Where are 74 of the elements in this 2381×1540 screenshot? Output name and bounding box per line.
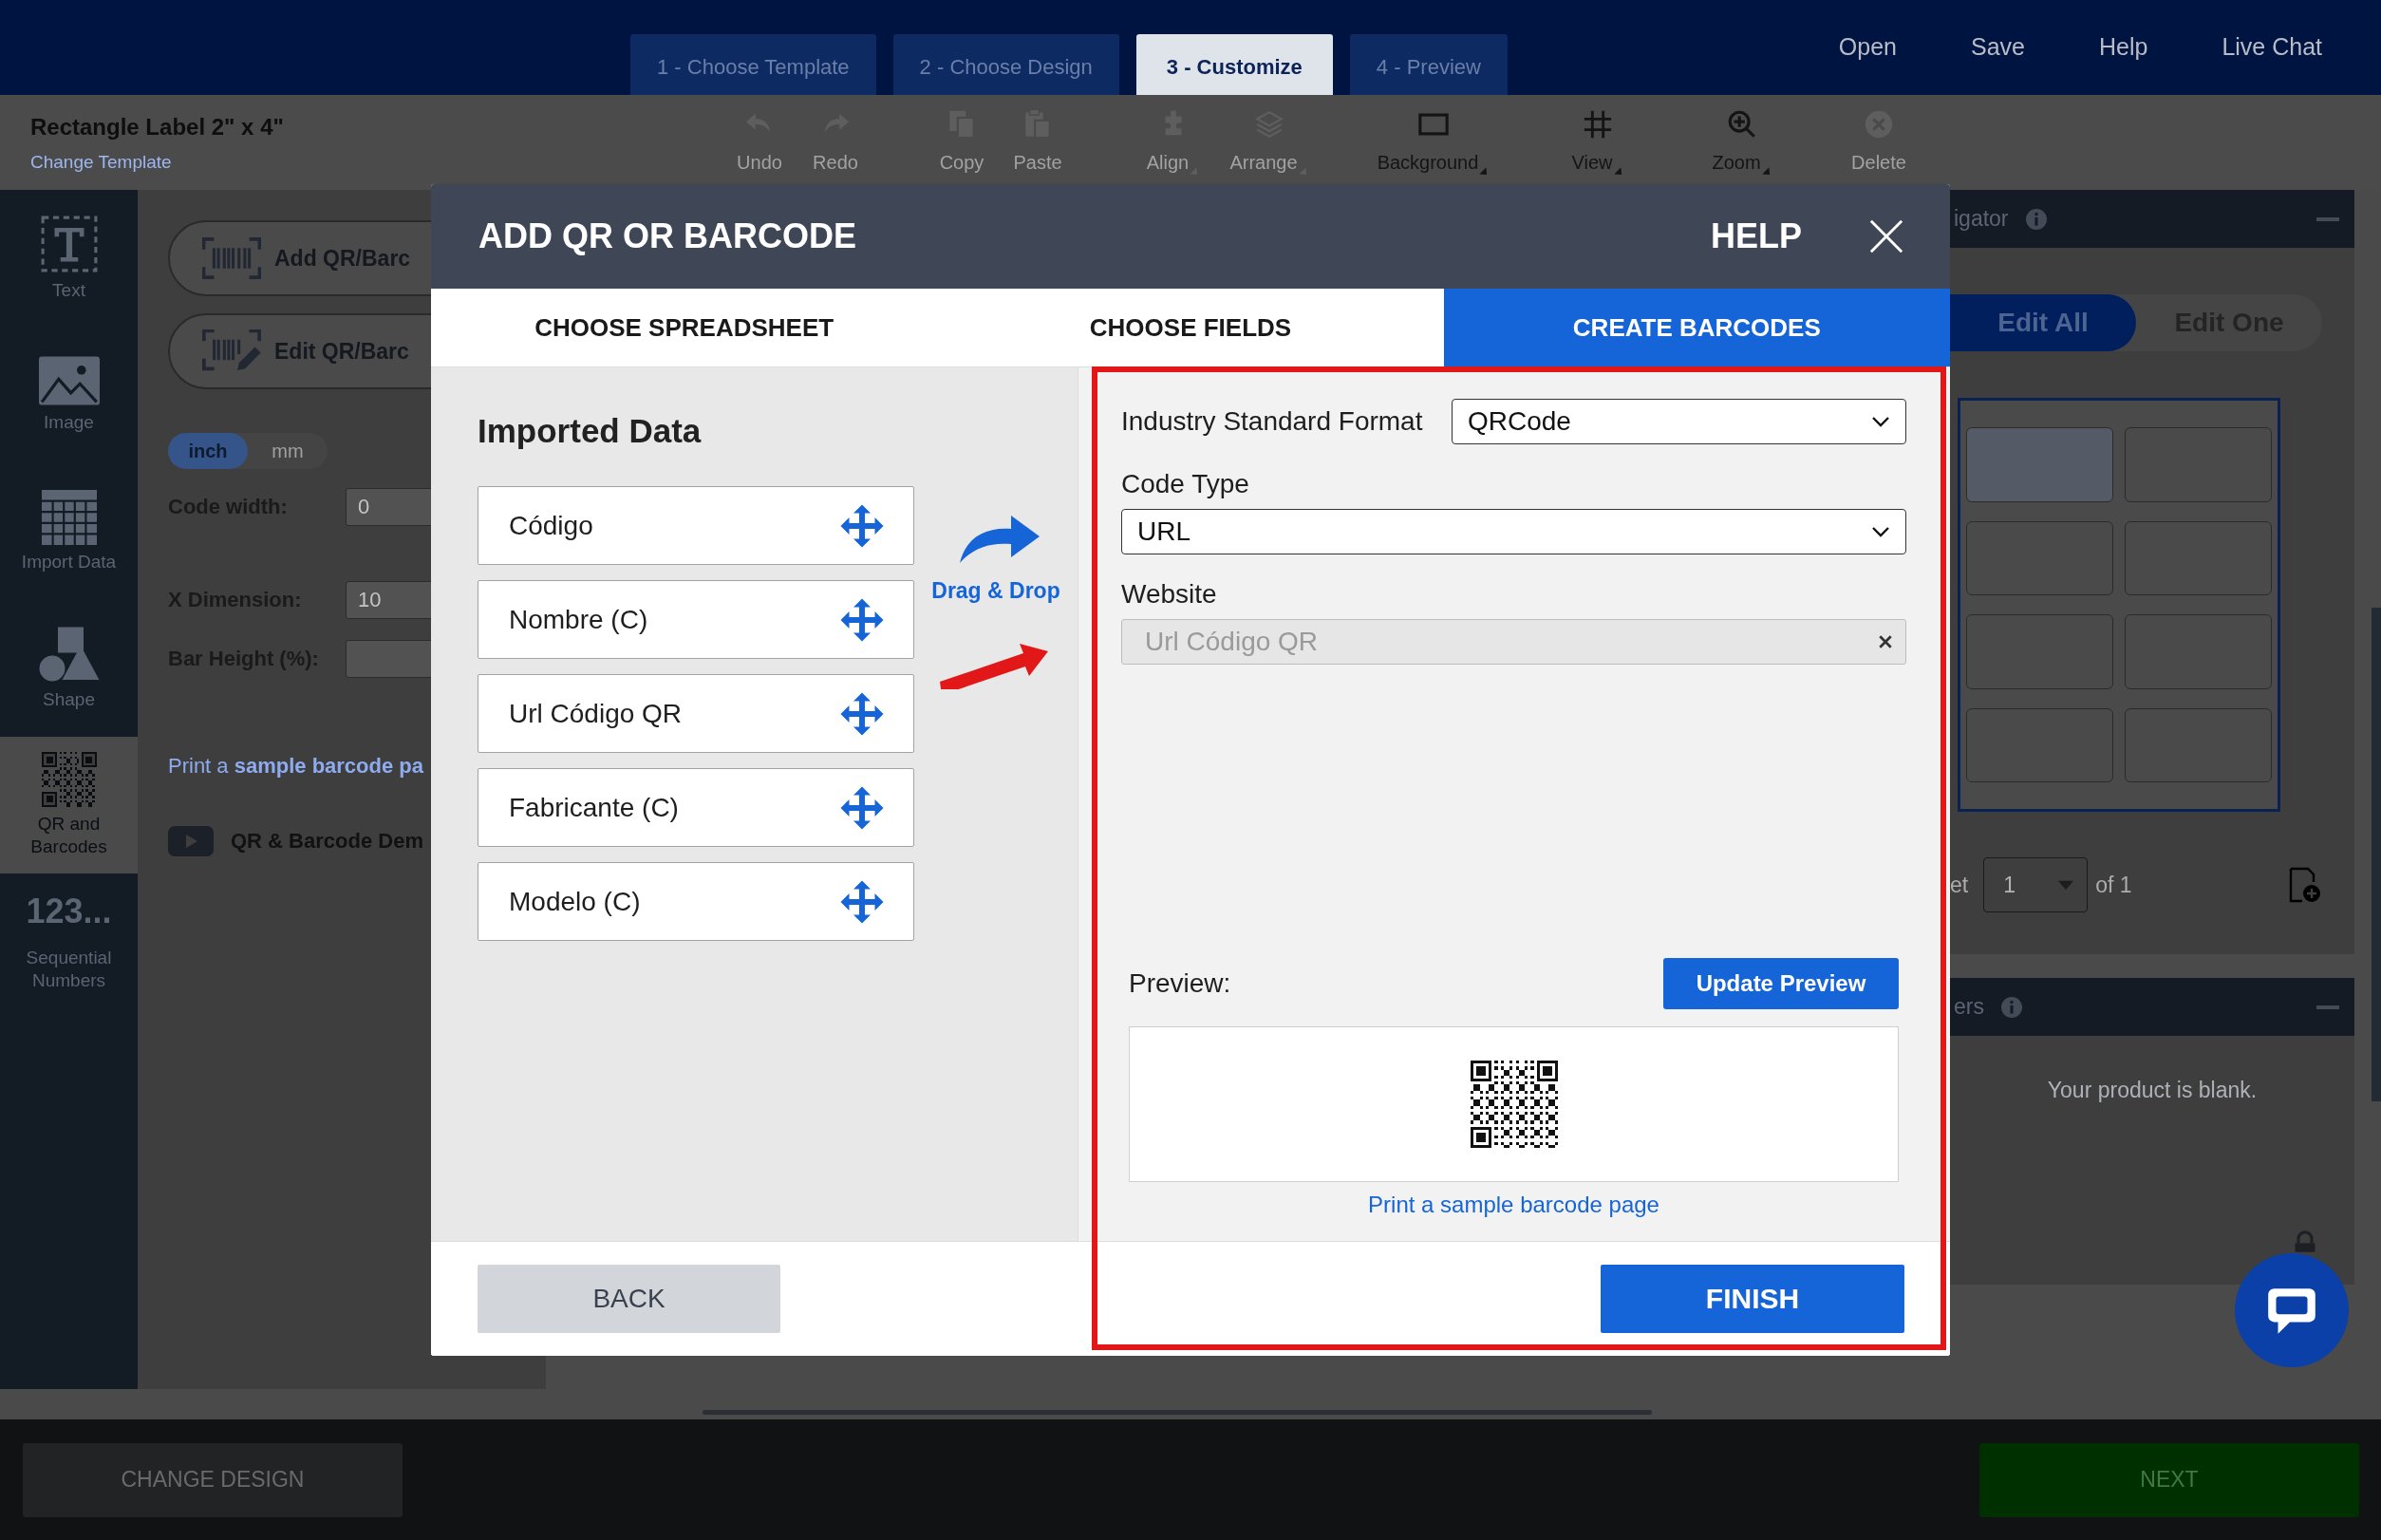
toolbar-label: Undo bbox=[737, 152, 782, 174]
field-label: Website bbox=[1121, 579, 1218, 610]
toolbar-label: Redo bbox=[813, 152, 858, 174]
sidebar-label: Image bbox=[43, 411, 95, 434]
draggable-field[interactable]: Fabricante (C) bbox=[478, 768, 914, 847]
toolbar-button[interactable]: View bbox=[1560, 108, 1636, 174]
nav-link[interactable]: Save bbox=[1970, 32, 2025, 61]
step-tab[interactable]: 2 - Choose Design bbox=[892, 34, 1119, 95]
nav-link[interactable]: Live Chat bbox=[2222, 32, 2322, 61]
update-preview-button[interactable]: Update Preview bbox=[1663, 958, 1899, 1009]
sample-page-link[interactable]: Print a sample barcode page bbox=[1129, 1192, 1899, 1218]
toolbar-label: Delete bbox=[1851, 152, 1906, 174]
code-type-select[interactable]: URL bbox=[1121, 509, 1906, 554]
sidebar-item[interactable]: 123... Sequential Numbers bbox=[0, 873, 138, 1010]
panel-title: igator bbox=[1954, 206, 2009, 232]
step-tab[interactable]: 1 - Choose Template bbox=[630, 34, 876, 95]
next-button[interactable]: NEXT bbox=[1979, 1442, 2359, 1517]
sidebar-label: Shape bbox=[42, 688, 96, 711]
nav-link[interactable]: Open bbox=[1838, 32, 1897, 61]
sheet-label: et bbox=[1950, 872, 1969, 898]
unit-option[interactable]: inch bbox=[168, 433, 248, 469]
toolbar-label: Paste bbox=[1013, 152, 1062, 174]
draggable-field[interactable]: Código bbox=[478, 486, 914, 565]
sidebar-label: Import Data bbox=[20, 551, 118, 573]
document-title: Rectangle Label 2" x 4" bbox=[30, 114, 285, 141]
step-tab[interactable]: 4 - Preview bbox=[1349, 34, 1508, 95]
field-label: Code Type bbox=[1121, 469, 1250, 499]
sidebar-item[interactable]: Image bbox=[0, 327, 138, 463]
format-select[interactable]: QRCode bbox=[1452, 399, 1906, 444]
toolbar-label: Copy bbox=[939, 152, 984, 174]
sidebar-item[interactable]: Import Data bbox=[0, 463, 138, 600]
toolbar-label: View bbox=[1571, 152, 1613, 174]
unit-toggle[interactable]: inch mm bbox=[168, 433, 328, 469]
unit-option[interactable]: mm bbox=[248, 433, 328, 469]
draggable-field[interactable]: Modelo (C) bbox=[478, 862, 914, 941]
sidebar-label: QR and Barcodes bbox=[29, 813, 108, 858]
finish-button[interactable]: FINISH bbox=[1601, 1265, 1904, 1333]
field-name: Código bbox=[509, 510, 593, 541]
toolbar-label: Arrange bbox=[1229, 152, 1298, 174]
toolbar-button[interactable]: Zoom bbox=[1704, 108, 1780, 174]
sidebar-label: Text bbox=[51, 279, 86, 302]
field-name: Url Código QR bbox=[509, 698, 683, 729]
drag-hint: Drag & Drop bbox=[931, 578, 1060, 604]
preview-label: Preview: bbox=[1129, 968, 1231, 999]
help-link[interactable]: HELP bbox=[1711, 216, 1802, 256]
section-heading: Imported Data bbox=[478, 412, 703, 450]
draggable-field[interactable]: Url Código QR bbox=[478, 674, 914, 753]
sidebar-label: Sequential Numbers bbox=[25, 947, 113, 992]
sidebar-item[interactable]: QR and Barcodes bbox=[0, 737, 138, 873]
numbers-glyph: 123... bbox=[26, 892, 112, 931]
dialog-tab[interactable]: CHOOSE FIELDS bbox=[937, 289, 1444, 366]
toolbar-button[interactable]: Background bbox=[1362, 108, 1505, 174]
empty-message: Your product is blank. bbox=[2046, 1078, 2259, 1103]
sheet-count: of 1 bbox=[2095, 872, 2132, 898]
change-design-button[interactable]: CHANGE DESIGN bbox=[23, 1442, 403, 1517]
back-button[interactable]: BACK bbox=[478, 1265, 780, 1333]
panel-title: ers bbox=[1954, 994, 1984, 1020]
nav-link[interactable]: Help bbox=[2098, 32, 2148, 61]
field-name: Modelo (C) bbox=[509, 886, 641, 917]
step-tab[interactable]: 3 - Customize bbox=[1135, 34, 1333, 95]
field-name: Nombre (C) bbox=[509, 604, 648, 635]
sidebar-item[interactable]: Text bbox=[0, 190, 138, 327]
mode-option[interactable]: Edit All bbox=[1950, 294, 2136, 351]
toolbar-label: Zoom bbox=[1712, 152, 1761, 174]
sidebar-item[interactable]: Shape bbox=[0, 600, 138, 737]
change-template-link[interactable]: Change Template bbox=[30, 152, 684, 173]
field-name: Fabricante (C) bbox=[509, 792, 679, 823]
field-label: Industry Standard Format bbox=[1121, 406, 1423, 437]
sheet-dropdown[interactable]: 1 bbox=[1983, 857, 2089, 912]
dialog-tab[interactable]: CREATE BARCODES bbox=[1443, 289, 1950, 366]
toolbar-label: Background bbox=[1377, 152, 1479, 174]
website-field[interactable]: Url Código QR bbox=[1121, 619, 1906, 665]
toolbar-label: Align bbox=[1146, 152, 1190, 174]
draggable-field[interactable]: Nombre (C) bbox=[478, 580, 914, 659]
